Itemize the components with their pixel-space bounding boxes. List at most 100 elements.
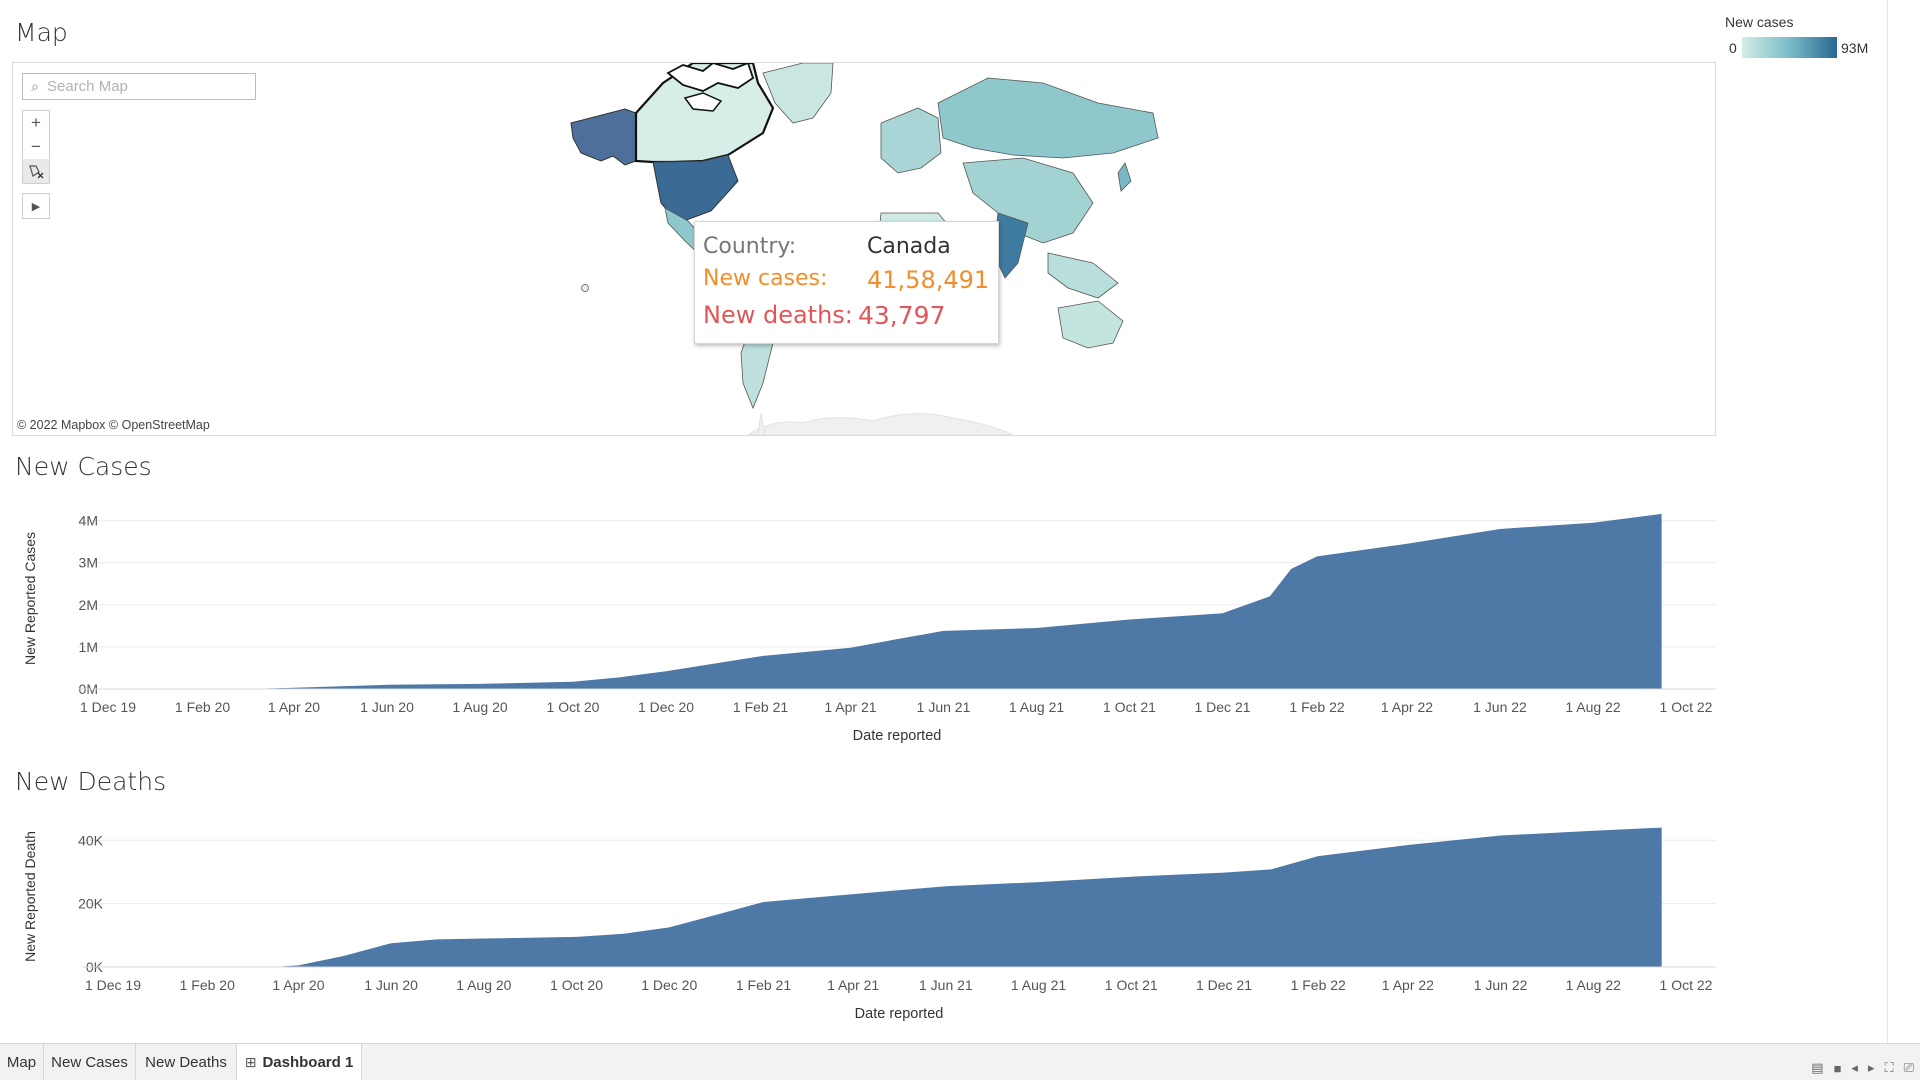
tab-new-cases[interactable]: New Cases: [44, 1044, 136, 1080]
x-tick-label: 1 Oct 22: [1660, 977, 1713, 993]
region-southeast-asia: [1047, 252, 1119, 299]
map-attribution: © 2022 Mapbox © OpenStreetMap: [17, 418, 210, 432]
tooltip-deaths-label: New deaths:: [703, 301, 853, 329]
x-tick-label: 1 Feb 20: [175, 699, 230, 715]
region-europe: [880, 107, 942, 174]
fullscreen-icon[interactable]: ⛶: [1884, 1060, 1893, 1076]
legend-color-ramp: [1742, 37, 1837, 58]
y-tick-label: 40K: [78, 832, 104, 848]
country-australia: [1057, 300, 1124, 349]
x-tick-label: 1 Dec 21: [1196, 977, 1252, 993]
x-tick-label: 1 Aug 20: [452, 699, 507, 715]
tooltip-deaths-row: New deaths: 43,797: [703, 301, 993, 330]
x-tick-label: 1 Jun 22: [1474, 977, 1528, 993]
previous-icon[interactable]: ◂: [1851, 1060, 1858, 1076]
x-tick-label: 1 Apr 22: [1381, 699, 1433, 715]
x-tick-label: 1 Apr 20: [268, 699, 320, 715]
tooltip-country-value: Canada: [867, 234, 951, 259]
country-greenland: [762, 63, 834, 124]
island-hawaii: [581, 284, 589, 292]
cases-chart-title: New Cases: [15, 452, 152, 481]
x-tick-label: 1 Dec 20: [641, 977, 697, 993]
tooltip-cases-row: New cases: 41,58,491: [703, 266, 993, 294]
present-icon[interactable]: ⎚: [1904, 1060, 1914, 1076]
zoom-in-button[interactable]: +: [23, 111, 49, 135]
area-series: [272, 827, 1662, 967]
y-tick-label: 4M: [79, 513, 98, 529]
map-toolbar: + −: [22, 110, 50, 184]
x-tick-label: 1 Dec 19: [85, 977, 141, 993]
area-series: [246, 513, 1662, 689]
antarctica-island: [757, 412, 766, 435]
zoom-out-button[interactable]: −: [23, 135, 49, 159]
tab-map[interactable]: Map: [0, 1044, 44, 1080]
x-tick-label: 1 Jun 22: [1473, 699, 1527, 715]
x-tick-label: 1 Feb 22: [1291, 977, 1346, 993]
dashboard: Map New cases 0 93M ⌕ Search Map + − ▶ ©…: [0, 0, 1920, 1043]
expand-toolbar-button[interactable]: ▶: [22, 193, 50, 219]
stop-icon[interactable]: ■: [1834, 1061, 1842, 1076]
x-tick-label: 1 Feb 22: [1289, 699, 1344, 715]
legend-min: 0: [1729, 40, 1737, 56]
deaths-area-chart[interactable]: 0K20K40K1 Dec 19 1 Feb 20 1 Apr 20 1 Jun 20…: [0, 806, 1720, 1028]
x-tick-label: 1 Jun 20: [360, 699, 414, 715]
cases-area-chart[interactable]: 0M1M2M3M4M1 Dec 19 1 Feb 20 1 Apr 20 1 Jun …: [0, 490, 1720, 750]
x-axis-title: Date reported: [855, 1006, 944, 1022]
tooltip-cases-value: 41,58,491: [867, 266, 990, 294]
antarctica-region: [747, 413, 1014, 435]
next-icon[interactable]: ▸: [1868, 1060, 1875, 1076]
sheet-tabs: Map New Cases New Deaths ⊞ Dashboard 1: [0, 1043, 1920, 1080]
tab-dashboard-label: Dashboard 1: [262, 1053, 354, 1071]
x-tick-label: 1 Feb 20: [180, 977, 235, 993]
x-tick-label: 1 Aug 20: [456, 977, 511, 993]
y-axis-title: New Reported Cases: [22, 532, 38, 665]
x-axis-title: Date reported: [853, 728, 942, 744]
x-tick-label: 1 Jun 21: [919, 977, 973, 993]
search-icon: ⌕: [31, 78, 39, 94]
dashboard-edge: [1887, 0, 1888, 1043]
x-tick-label: 1 Oct 21: [1105, 977, 1158, 993]
play-icon: ▶: [31, 200, 41, 213]
y-axis-title: New Reported Death: [22, 831, 38, 962]
tab-new-deaths-label: New Deaths: [145, 1053, 227, 1071]
y-tick-label: 20K: [78, 896, 104, 912]
tab-new-deaths[interactable]: New Deaths: [136, 1044, 237, 1080]
map-search-input[interactable]: [47, 78, 247, 95]
tooltip-country-row: Country: Canada: [703, 234, 951, 259]
color-legend[interactable]: New cases 0 93M: [1725, 14, 1885, 64]
map-view[interactable]: ⌕ + − ▶ © 2022 Mapbox © OpenStreetMap Co…: [12, 62, 1716, 436]
dashboard-icon: ⊞: [244, 1053, 257, 1070]
south-america-south: [740, 332, 774, 410]
country-russia: [937, 77, 1159, 159]
x-tick-label: 1 Aug 21: [1009, 699, 1064, 715]
x-tick-label: 1 Aug 21: [1011, 977, 1066, 993]
tab-dashboard[interactable]: ⊞ Dashboard 1: [237, 1044, 362, 1080]
tab-new-cases-label: New Cases: [51, 1053, 128, 1071]
x-tick-label: 1 Oct 22: [1660, 699, 1713, 715]
legend-title: New cases: [1725, 14, 1794, 30]
x-tick-label: 1 Feb 21: [736, 977, 791, 993]
x-tick-label: 1 Dec 19: [80, 699, 136, 715]
x-tick-label: 1 Jun 20: [364, 977, 418, 993]
tooltip-cases-label: New cases:: [703, 266, 828, 291]
x-tick-label: 1 Aug 22: [1566, 977, 1621, 993]
x-tick-label: 1 Jun 21: [917, 699, 971, 715]
deaths-chart-title: New Deaths: [15, 767, 167, 796]
y-tick-label: 1M: [79, 639, 98, 655]
x-tick-label: 1 Dec 21: [1194, 699, 1250, 715]
tooltip-country-label: Country:: [703, 234, 797, 259]
reset-map-icon: [29, 165, 44, 179]
legend-max: 93M: [1841, 40, 1869, 56]
view-controls: ▤ ■ ◂ ▸ ⛶ ⎚: [1811, 1060, 1914, 1076]
grid-view-icon[interactable]: ▤: [1811, 1060, 1823, 1076]
x-tick-label: 1 Apr 21: [824, 699, 876, 715]
map-tooltip: Country: Canada New cases: 41,58,491 New…: [694, 221, 999, 344]
country-alaska: [570, 108, 637, 166]
x-tick-label: 1 Oct 20: [550, 977, 603, 993]
x-tick-label: 1 Apr 22: [1382, 977, 1434, 993]
map-search[interactable]: ⌕: [22, 73, 256, 100]
tab-map-label: Map: [6, 1053, 37, 1071]
reset-map-button[interactable]: [23, 159, 49, 183]
y-tick-label: 2M: [79, 597, 98, 613]
x-tick-label: 1 Apr 20: [272, 977, 324, 993]
